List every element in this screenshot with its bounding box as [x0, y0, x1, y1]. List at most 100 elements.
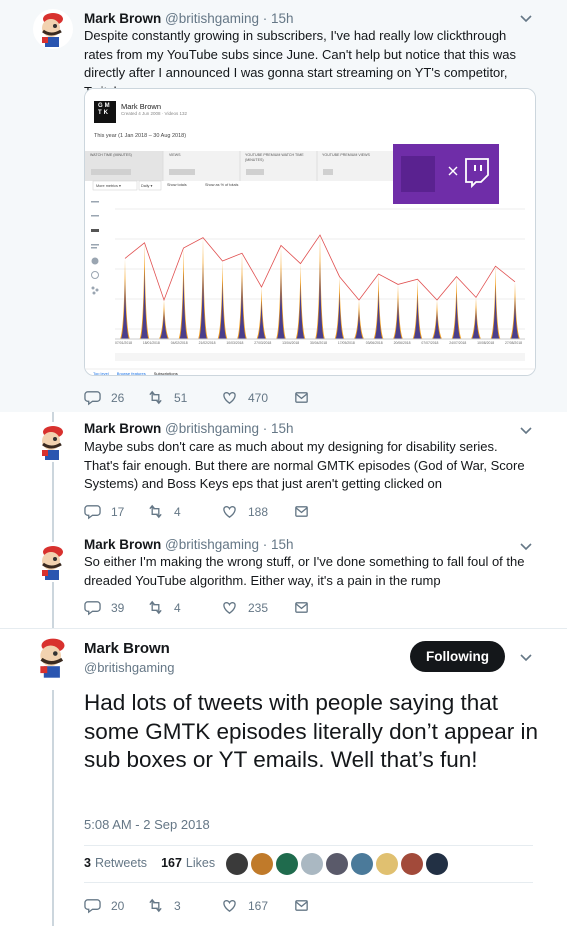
engagement-stats: 3 Retweets 167 Likes — [84, 856, 215, 870]
retweets-label[interactable]: Retweets — [95, 856, 147, 870]
heart-icon — [223, 392, 236, 404]
mail-icon — [295, 900, 308, 911]
like-button[interactable]: 167 — [221, 897, 293, 914]
reply-count: 20 — [111, 898, 125, 913]
tweet[interactable]: Mark Brown @britishgaming · 15h So eithe… — [0, 532, 567, 628]
dm-button[interactable] — [293, 389, 310, 406]
retweet-count: 51 — [174, 390, 188, 405]
more-metrics-dropdown[interactable]: More metrics ▾ — [96, 183, 121, 188]
retweet-button[interactable]: 51 — [147, 389, 221, 406]
liker-avatar[interactable] — [276, 853, 298, 875]
tweet-timestamp[interactable]: 5:08 AM - 2 Sep 2018 — [84, 817, 210, 832]
reply-count: 39 — [111, 600, 125, 615]
retweet-button[interactable]: 4 — [147, 503, 221, 520]
like-total[interactable]: 167 — [161, 856, 182, 870]
user-name[interactable]: Mark Brown — [84, 421, 161, 436]
daily-dropdown[interactable]: Daily ▾ — [141, 183, 152, 188]
chevron-down-icon[interactable] — [519, 424, 533, 438]
reply-icon — [84, 505, 101, 520]
mail-icon — [295, 506, 308, 517]
x-tick-label: 30/04/2018 — [310, 341, 327, 345]
tweet-time[interactable]: · 15h — [263, 537, 294, 552]
liker-avatar[interactable] — [326, 853, 348, 875]
like-count: 235 — [248, 600, 269, 615]
x-tick-label: 27/03/2018 — [254, 341, 272, 345]
mail-icon — [295, 602, 308, 613]
metric-tab-watch-time[interactable]: WATCH TIME (MINUTES) — [90, 153, 132, 157]
retweet-count: 3 — [174, 898, 181, 913]
chevron-down-icon[interactable] — [519, 12, 533, 26]
user-handle[interactable]: @britishgaming — [84, 660, 175, 675]
retweet-icon — [149, 898, 162, 913]
x-tick-label: 04/02/2018 — [170, 341, 188, 345]
x-tick-label: 10/03/2018 — [226, 341, 244, 345]
avatar[interactable] — [33, 542, 73, 582]
date-range[interactable]: This year (1 Jan 2018 – 30 Aug 2018) — [94, 133, 186, 139]
breadcrumb-subscriptions[interactable]: Subscriptions — [154, 371, 178, 375]
liker-avatar[interactable] — [426, 853, 448, 875]
x-tick-label: 13/04/2018 — [282, 341, 300, 345]
liker-avatar[interactable] — [376, 853, 398, 875]
avatar[interactable] — [30, 634, 76, 680]
heart-icon — [223, 506, 236, 518]
user-name[interactable]: Mark Brown — [84, 11, 161, 26]
tweet[interactable]: Mark Brown @britishgaming · 15h Maybe su… — [0, 412, 567, 532]
like-button[interactable]: 188 — [221, 503, 293, 520]
liker-avatar[interactable] — [301, 853, 323, 875]
liker-avatar[interactable] — [401, 853, 423, 875]
likes-label[interactable]: Likes — [186, 856, 215, 870]
like-count: 167 — [248, 898, 269, 913]
reply-button[interactable]: 39 — [84, 599, 147, 616]
show-totals-checkbox[interactable]: Show totals — [167, 183, 187, 187]
chevron-down-icon[interactable] — [519, 540, 533, 554]
x-tick-label: 21/02/2018 — [198, 341, 216, 345]
dm-button[interactable] — [293, 503, 310, 520]
breadcrumb-top-level[interactable]: Top level — [93, 371, 109, 375]
tweet-time[interactable]: · 15h — [263, 11, 294, 26]
reply-button[interactable]: 17 — [84, 503, 147, 520]
tweet-time[interactable]: · 15h — [263, 421, 294, 436]
metric-tab-premium-watch-time[interactable]: YOUTUBE PREMIUM WATCH TIME (MINUTES) — [245, 153, 315, 162]
user-handle[interactable]: @britishgaming — [165, 537, 259, 552]
reply-button[interactable]: 20 — [84, 897, 147, 914]
tweet-actions: 26 51 470 — [84, 389, 310, 406]
tweet-header: Mark Brown @britishgaming · 15h — [84, 11, 294, 26]
retweet-button[interactable]: 3 — [147, 897, 221, 914]
avatar[interactable] — [33, 9, 73, 49]
reply-icon — [84, 391, 101, 406]
dm-button[interactable] — [293, 897, 310, 914]
x-tick-label: 10/08/2018 — [477, 341, 495, 345]
reply-icon — [84, 601, 101, 616]
user-name[interactable]: Mark Brown — [84, 640, 170, 657]
like-count: 470 — [248, 390, 269, 405]
liker-avatar[interactable] — [226, 853, 248, 875]
reply-count: 17 — [111, 504, 125, 519]
reply-button[interactable]: 26 — [84, 389, 147, 406]
user-handle[interactable]: @britishgaming — [165, 421, 259, 436]
retweet-button[interactable]: 4 — [147, 599, 221, 616]
retweet-icon — [149, 390, 162, 405]
like-count: 188 — [248, 504, 269, 519]
retweet-icon — [149, 600, 162, 615]
tweet-text: Had lots of tweets with people saying th… — [84, 690, 538, 772]
metric-tab-views[interactable]: VIEWS — [169, 153, 181, 157]
following-button[interactable]: Following — [410, 641, 505, 672]
avatar[interactable] — [33, 422, 73, 462]
liker-avatar[interactable] — [251, 853, 273, 875]
focused-tweet: Mark Brown @britishgaming Following Had … — [0, 628, 567, 926]
show-percent-checkbox[interactable]: Show as % of totals — [205, 183, 238, 187]
breadcrumb: Top level Browse features Subscriptions — [93, 371, 178, 375]
breadcrumb-browse-features[interactable]: Browse features — [117, 371, 146, 375]
like-button[interactable]: 235 — [221, 599, 293, 616]
user-name[interactable]: Mark Brown — [84, 537, 161, 552]
liker-avatar[interactable] — [351, 853, 373, 875]
user-handle[interactable]: @britishgaming — [165, 11, 259, 26]
tweet-actions: 17 4 188 — [84, 503, 310, 520]
tweet[interactable]: Mark Brown @britishgaming · 15h Despite … — [0, 0, 567, 412]
attached-image[interactable]: GM TK Mark Brown Created 4 Jun 2008 · Vi… — [84, 88, 536, 376]
retweet-total[interactable]: 3 — [84, 856, 91, 870]
dm-button[interactable] — [293, 599, 310, 616]
metric-tab-premium-views[interactable]: YOUTUBE PREMIUM VIEWS — [322, 153, 370, 157]
like-button[interactable]: 470 — [221, 389, 293, 406]
chevron-down-icon[interactable] — [519, 651, 533, 665]
